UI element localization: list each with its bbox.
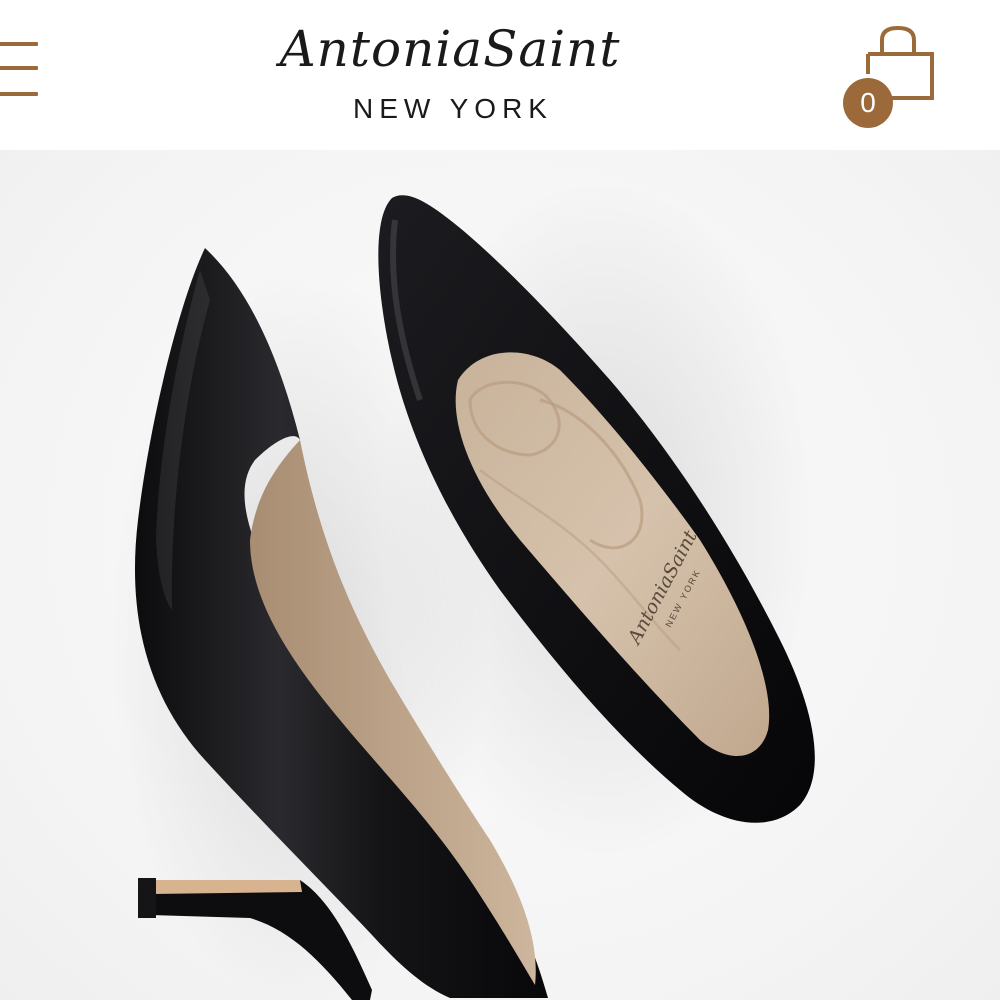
menu-button[interactable] <box>0 38 40 102</box>
product-page: AntoniaSaint NEW YORK 0 AntoniaSaint NEW… <box>0 0 1000 1000</box>
shoes-illustration: AntoniaSaint NEW YORK <box>110 180 820 1000</box>
brand-logo[interactable]: AntoniaSaint NEW YORK <box>200 10 700 130</box>
hamburger-menu-icon-bar <box>0 92 38 96</box>
site-header: AntoniaSaint NEW YORK 0 <box>0 0 1000 150</box>
hamburger-menu-icon <box>0 42 38 46</box>
cart-count-badge: 0 <box>843 78 893 128</box>
cart-button[interactable]: 0 <box>840 24 950 134</box>
hamburger-menu-icon-bar <box>0 66 38 70</box>
brand-logo-location: NEW YORK <box>353 93 553 124</box>
product-hero-image: AntoniaSaint NEW YORK <box>0 150 1000 1000</box>
brand-logo-script: AntoniaSaint <box>279 20 621 78</box>
